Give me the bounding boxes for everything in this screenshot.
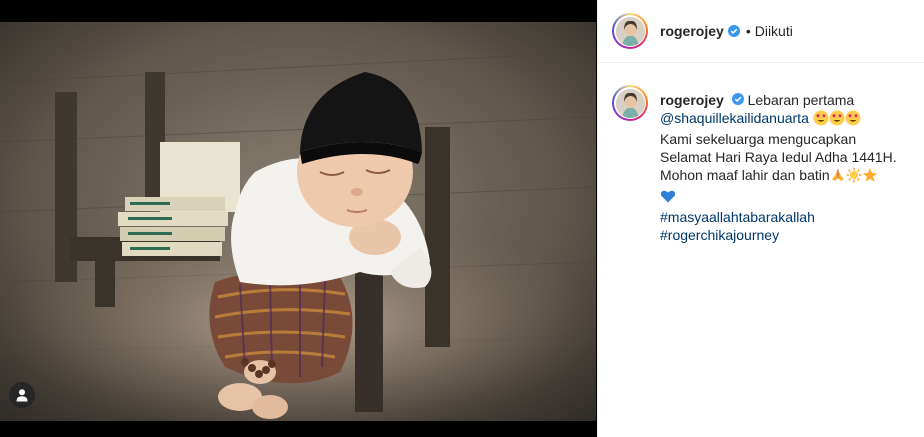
avatar-image	[615, 16, 645, 46]
caption-line-2: Kami sekeluarga mengucapkan	[660, 131, 857, 147]
hashtag-link[interactable]: #rogerchikajourney	[660, 226, 910, 244]
separator-dot: •	[745, 23, 751, 39]
blue-heart-emoji	[660, 188, 676, 208]
post-header: rogerojey • Diikuti	[598, 0, 924, 63]
heart-eyes-emoji	[813, 110, 829, 130]
post-media	[0, 0, 596, 437]
verified-badge-icon	[727, 25, 740, 37]
post-username[interactable]: rogerojey	[660, 23, 724, 39]
heart-eyes-emoji	[845, 110, 861, 130]
caption-avatar-image	[615, 88, 645, 118]
sun-emoji	[846, 167, 862, 187]
caption-line-3: Selamat Hari Raya Iedul Adha 1441H.	[660, 149, 897, 165]
post-side-panel: rogerojey • Diikuti rogerojey Lebaran pe…	[597, 0, 924, 437]
folded-hands-emoji	[830, 167, 846, 187]
heart-eyes-emoji	[829, 110, 845, 130]
caption-avatar[interactable]	[612, 85, 648, 121]
hashtag-link[interactable]: #masyaallahtabarakallah	[660, 208, 910, 226]
user-tag-icon	[16, 389, 28, 402]
caption-username[interactable]: rogerojey	[660, 92, 724, 108]
caption-line-4: Mohon maaf lahir dan batin	[660, 167, 830, 183]
caption-text: rogerojey Lebaran pertama @shaquillekail…	[660, 91, 910, 244]
caption-first-text: Lebaran pertama	[747, 92, 855, 108]
star-emoji	[862, 167, 878, 187]
post-photo	[0, 22, 596, 421]
avatar[interactable]	[612, 13, 648, 49]
follow-status-button[interactable]: Diikuti	[755, 23, 793, 39]
caption: rogerojey Lebaran pertama @shaquillekail…	[598, 63, 924, 244]
mention-link[interactable]: @shaquillekailidanuarta	[660, 110, 809, 126]
tag-button[interactable]	[9, 382, 35, 408]
caption-verified-badge-icon	[731, 93, 744, 105]
